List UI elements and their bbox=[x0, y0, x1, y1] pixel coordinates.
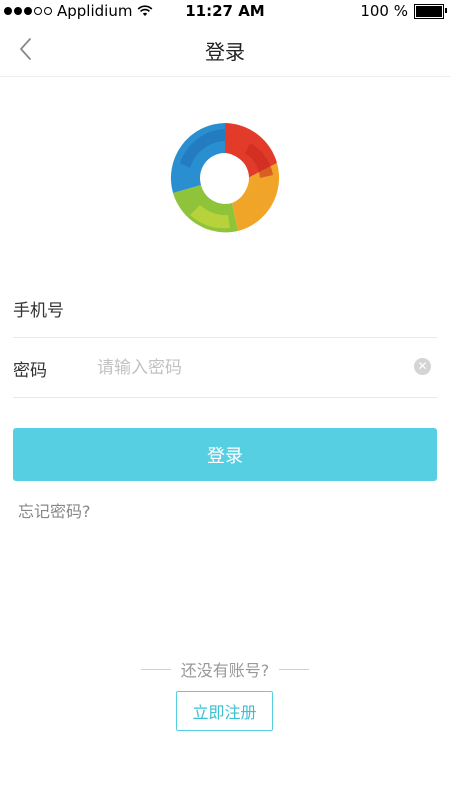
page-title: 登录 bbox=[205, 40, 245, 64]
status-bar: Applidium 11:27 AM 100 % bbox=[0, 0, 450, 22]
battery-percent: 100 % bbox=[360, 2, 408, 20]
status-right: 100 % bbox=[360, 2, 447, 20]
no-account-divider: 还没有账号? bbox=[0, 657, 450, 681]
password-row: 密码 ✕ bbox=[13, 337, 437, 398]
password-label: 密码 bbox=[13, 361, 47, 381]
forgot-password-link[interactable]: 忘记密码? bbox=[18, 498, 91, 522]
battery-icon bbox=[414, 3, 447, 19]
phone-label: 手机号 bbox=[13, 301, 64, 321]
no-account-text: 还没有账号? bbox=[180, 661, 270, 680]
divider-line-left bbox=[140, 668, 171, 670]
register-button[interactable]: 立即注册 bbox=[176, 691, 273, 731]
password-input[interactable] bbox=[95, 349, 399, 387]
phone-row: 手机号 bbox=[13, 277, 437, 338]
navigation-bar: 登录 bbox=[0, 22, 450, 77]
login-button[interactable]: 登录 bbox=[13, 428, 437, 481]
clear-icon[interactable]: ✕ bbox=[414, 358, 431, 375]
app-logo bbox=[170, 123, 280, 233]
phone-input[interactable] bbox=[95, 289, 399, 327]
divider-line-right bbox=[279, 668, 310, 670]
